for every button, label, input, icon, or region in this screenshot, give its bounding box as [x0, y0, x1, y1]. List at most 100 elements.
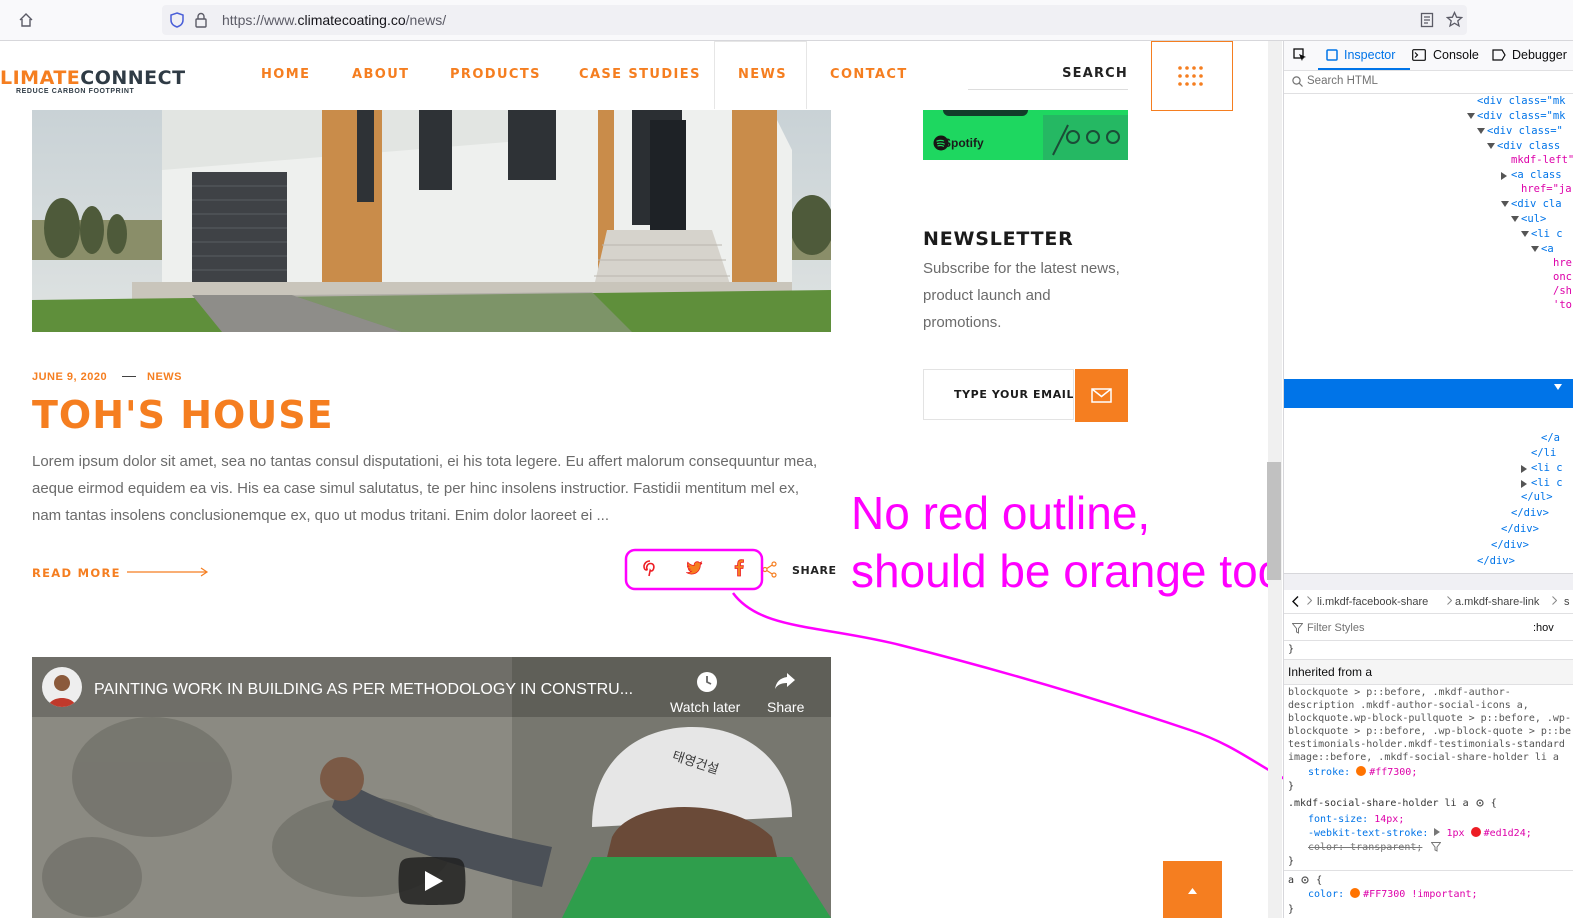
collapse-caret-icon[interactable]: [1511, 216, 1519, 222]
dom-node-line[interactable]: <li c: [1284, 461, 1573, 476]
email-input[interactable]: [923, 369, 1074, 420]
element-picker-icon[interactable]: [1293, 48, 1307, 62]
dom-selected-row[interactable]: [1284, 379, 1573, 408]
pinterest-icon[interactable]: [643, 560, 657, 578]
nav-contact[interactable]: CONTACT: [830, 67, 908, 82]
expand-triangle-icon[interactable]: [1434, 828, 1441, 836]
breadcrumb-item-li[interactable]: li.mkdf-facebook-share: [1317, 596, 1428, 608]
nav-products[interactable]: PRODUCTS: [450, 67, 541, 82]
dom-node-line[interactable]: </li: [1284, 446, 1573, 461]
css-declaration-stroke[interactable]: stroke: #ff7300;: [1308, 766, 1417, 779]
spotify-widget[interactable]: Spotify: [923, 110, 1128, 160]
newsletter-submit-button[interactable]: [1075, 369, 1128, 422]
html-search-input[interactable]: Search HTML: [1284, 71, 1573, 94]
video-title[interactable]: PAINTING WORK IN BUILDING AS PER METHODO…: [94, 681, 633, 699]
expand-caret-icon[interactable]: [1521, 480, 1527, 488]
css-declaration-font-size[interactable]: font-size: 14px;: [1308, 813, 1404, 826]
dom-node-line[interactable]: </div>: [1284, 554, 1573, 569]
css-declaration-struck[interactable]: color: transparent;: [1308, 841, 1422, 854]
dom-node-line[interactable]: 'to: [1284, 298, 1573, 313]
tab-console[interactable]: Console: [1433, 48, 1479, 62]
dom-node-line[interactable]: </ul>: [1284, 490, 1573, 505]
dom-node-line[interactable]: <a: [1284, 242, 1573, 257]
expand-caret-icon[interactable]: [1501, 172, 1507, 180]
collapse-caret-icon[interactable]: [1477, 128, 1485, 134]
collapse-caret-icon[interactable]: [1531, 246, 1539, 252]
collapse-caret-icon[interactable]: [1467, 113, 1475, 119]
bookmark-star-icon[interactable]: [1446, 11, 1463, 28]
css-declaration-color[interactable]: color: #FF7300 !important;: [1308, 888, 1478, 901]
dom-node-line[interactable]: <div class: [1284, 139, 1573, 154]
gear-icon[interactable]: [1300, 875, 1310, 885]
dom-node-line[interactable]: <div class=": [1284, 124, 1573, 139]
filter-styles-input[interactable]: Filter Styles :hov: [1284, 618, 1573, 641]
tab-inspector[interactable]: Inspector: [1344, 48, 1395, 62]
share-video-label[interactable]: Share: [767, 699, 804, 715]
css-selector-rule2[interactable]: .mkdf-social-share-holder li a {: [1288, 797, 1497, 810]
dom-node-line[interactable]: href="ja: [1284, 182, 1573, 197]
tab-debugger[interactable]: Debugger: [1512, 48, 1567, 62]
expand-caret-icon[interactable]: [1521, 465, 1527, 473]
facebook-icon[interactable]: [734, 559, 744, 577]
devtools-splitter[interactable]: [1284, 573, 1573, 590]
hover-toggle[interactable]: :hov: [1533, 622, 1554, 634]
post-featured-image[interactable]: [32, 110, 831, 332]
share-arrow-icon[interactable]: [774, 671, 796, 691]
css-selector-rule3[interactable]: a {: [1288, 874, 1322, 887]
watch-later-label[interactable]: Watch later: [670, 699, 740, 715]
share-icon[interactable]: [762, 561, 778, 578]
gear-icon[interactable]: [1475, 798, 1485, 808]
site-logo[interactable]: LIMATECONNECT: [0, 67, 186, 89]
post-date[interactable]: JUNE 9, 2020: [32, 371, 107, 383]
css-declaration-text-stroke[interactable]: -webkit-text-stroke: 1px #ed1d24;: [1308, 827, 1532, 840]
filter-funnel-icon[interactable]: [1431, 842, 1441, 852]
play-button[interactable]: [398, 857, 466, 905]
collapse-caret-icon[interactable]: [1501, 201, 1509, 207]
breadcrumb-item-s[interactable]: s: [1564, 596, 1570, 608]
url-text[interactable]: https://www.climatecoating.co/news/: [222, 12, 446, 28]
dom-node-line[interactable]: <div class="mk: [1284, 94, 1573, 109]
dom-node-line[interactable]: <li c: [1284, 227, 1573, 242]
dom-node-line[interactable]: onc: [1284, 270, 1573, 285]
dom-node-line[interactable]: mkdf-left": [1284, 153, 1573, 168]
twitter-icon[interactable]: [686, 561, 703, 576]
reader-view-icon[interactable]: [1420, 12, 1434, 28]
nav-case-studies[interactable]: CASE STUDIES: [579, 67, 701, 82]
dom-node-line[interactable]: /sh: [1284, 284, 1573, 299]
dom-node-line[interactable]: <a class: [1284, 168, 1573, 183]
share-label[interactable]: SHARE: [792, 564, 837, 577]
read-more-link[interactable]: READ MORE: [32, 566, 121, 580]
search-label[interactable]: SEARCH: [1062, 66, 1128, 81]
side-menu-button[interactable]: [1151, 41, 1233, 111]
dom-node-line[interactable]: <ul>: [1284, 212, 1573, 227]
nav-news[interactable]: NEWS: [738, 67, 787, 82]
clock-icon[interactable]: [696, 671, 718, 693]
youtube-embed[interactable]: PAINTING WORK IN BUILDING AS PER METHODO…: [32, 657, 831, 918]
dom-node-line[interactable]: <div class="mk: [1284, 109, 1573, 124]
shield-icon[interactable]: [170, 12, 184, 28]
dom-node-line[interactable]: </a: [1284, 431, 1573, 446]
post-title[interactable]: TOH'S HOUSE: [32, 393, 334, 437]
dom-node-line[interactable]: <li c: [1284, 476, 1573, 491]
dom-node-line[interactable]: </div>: [1284, 538, 1573, 553]
collapse-caret-icon[interactable]: [1487, 143, 1495, 149]
collapse-caret-icon[interactable]: [1521, 231, 1529, 237]
channel-avatar[interactable]: [42, 667, 82, 707]
home-icon[interactable]: [18, 12, 34, 28]
page-scrollbar-thumb[interactable]: [1267, 462, 1281, 580]
arrow-right-icon[interactable]: [127, 566, 209, 578]
post-category[interactable]: NEWS: [147, 371, 182, 383]
chevron-left-icon[interactable]: [1292, 596, 1299, 607]
nav-home[interactable]: HOME: [261, 67, 310, 82]
color-swatch[interactable]: [1350, 888, 1361, 898]
address-bar[interactable]: https://www.climatecoating.co/news/: [162, 5, 1467, 35]
nav-about[interactable]: ABOUT: [352, 67, 409, 82]
dom-node-line[interactable]: hre: [1284, 256, 1573, 271]
search-field[interactable]: SEARCH: [968, 61, 1128, 90]
dom-node-line[interactable]: <div cla: [1284, 197, 1573, 212]
dom-tree[interactable]: <div class="mk <div class="mk <div class="…: [1284, 94, 1573, 572]
dom-node-line[interactable]: </div>: [1284, 506, 1573, 521]
back-to-top-button[interactable]: [1163, 861, 1222, 918]
breadcrumb-item-a[interactable]: a.mkdf-share-link: [1455, 596, 1539, 608]
color-swatch[interactable]: [1470, 827, 1481, 837]
